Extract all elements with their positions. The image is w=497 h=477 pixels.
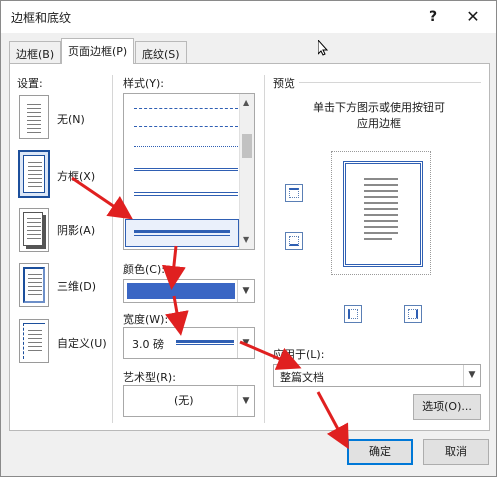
chevron-down-icon[interactable]: ▼ [237,280,254,302]
setting-3d-icon[interactable] [19,263,49,307]
art-value: (无) [174,394,194,407]
style-list[interactable]: ▲ ▼ [123,93,255,250]
preview-hint-2: 应用边框 [357,117,401,130]
preview-page[interactable] [343,161,423,267]
preview-rule [299,82,481,83]
ok-button[interactable]: 确定 [347,439,413,465]
bottom-border-icon[interactable] [285,232,303,250]
mouse-cursor-icon [317,38,329,56]
apply-to-value: 整篇文档 [280,371,324,384]
chevron-down-icon[interactable]: ▼ [463,365,480,386]
tab-shading-label: 底纹(S) [142,48,180,61]
style-triple[interactable] [134,192,238,196]
help-button[interactable]: ? [421,5,445,29]
setting-shadow-icon[interactable] [19,208,49,252]
apply-to-select[interactable]: 整篇文档 ▼ [273,364,481,387]
right-border-icon[interactable] [404,305,422,323]
style-dash[interactable] [134,108,238,109]
tab-borders[interactable]: 边框(B) [9,41,62,63]
style-dot-dot-dash[interactable] [134,146,238,147]
tab-shading[interactable]: 底纹(S) [135,41,187,63]
window-title: 边框和底纹 [11,11,72,25]
setting-none-icon[interactable] [19,95,49,139]
setting-shadow-label[interactable]: 阴影(A) [57,222,95,238]
color-swatch [127,283,235,299]
art-select[interactable]: (无) ▼ [123,385,255,417]
art-heading: 艺术型(R): [123,371,176,384]
tab-page-border-label: 页面边框(P) [68,45,128,58]
left-border-icon[interactable] [344,305,362,323]
tab-page-border[interactable]: 页面边框(P) [61,38,135,64]
scroll-thumb[interactable] [242,134,252,158]
style-double[interactable] [134,168,238,171]
options-button[interactable]: 选项(O)... [413,394,481,420]
top-border-icon[interactable] [285,184,303,202]
apply-to-heading: 应用于(L): [273,348,325,361]
width-heading: 宽度(W): [123,313,169,326]
style-dash-dot[interactable] [134,126,238,127]
width-select[interactable]: 3.0 磅 ▼ [123,327,255,359]
setting-custom-icon[interactable] [19,319,49,363]
chevron-down-icon[interactable]: ▼ [237,386,254,416]
title-bar: 边框和底纹 ? ✕ [1,1,496,33]
tab-borders-label: 边框(B) [16,48,55,61]
setting-custom-label[interactable]: 自定义(U) [57,335,107,351]
color-select[interactable]: ▼ [123,279,255,303]
divider-right [264,75,265,423]
scroll-down-icon[interactable]: ▼ [243,235,249,244]
setting-none-label[interactable]: 无(N) [57,111,85,127]
cancel-button[interactable]: 取消 [423,439,489,465]
divider-left [112,75,113,423]
preview-hint-1: 单击下方图示或使用按钮可 [313,101,445,114]
style-heading: 样式(Y): [123,77,165,90]
setting-box-icon[interactable] [18,150,50,198]
style-scrollbar[interactable]: ▲ ▼ [239,94,254,249]
preview-heading: 预览 [273,77,295,90]
color-heading: 颜色(C): [123,263,165,276]
width-value: 3.0 磅 [132,338,164,351]
setting-box-label[interactable]: 方框(X) [57,168,95,184]
border-and-shading-dialog: 边框和底纹 ? ✕ 边框(B) 页面边框(P) 底纹(S) 设置: 无(N) 方… [0,0,497,477]
close-icon[interactable]: ✕ [459,5,487,29]
style-selected[interactable] [125,219,239,247]
width-line-sample [176,340,234,345]
settings-heading: 设置: [17,77,43,90]
scroll-up-icon[interactable]: ▲ [243,98,249,107]
chevron-down-icon[interactable]: ▼ [237,328,254,358]
setting-3d-label[interactable]: 三维(D) [57,278,96,294]
